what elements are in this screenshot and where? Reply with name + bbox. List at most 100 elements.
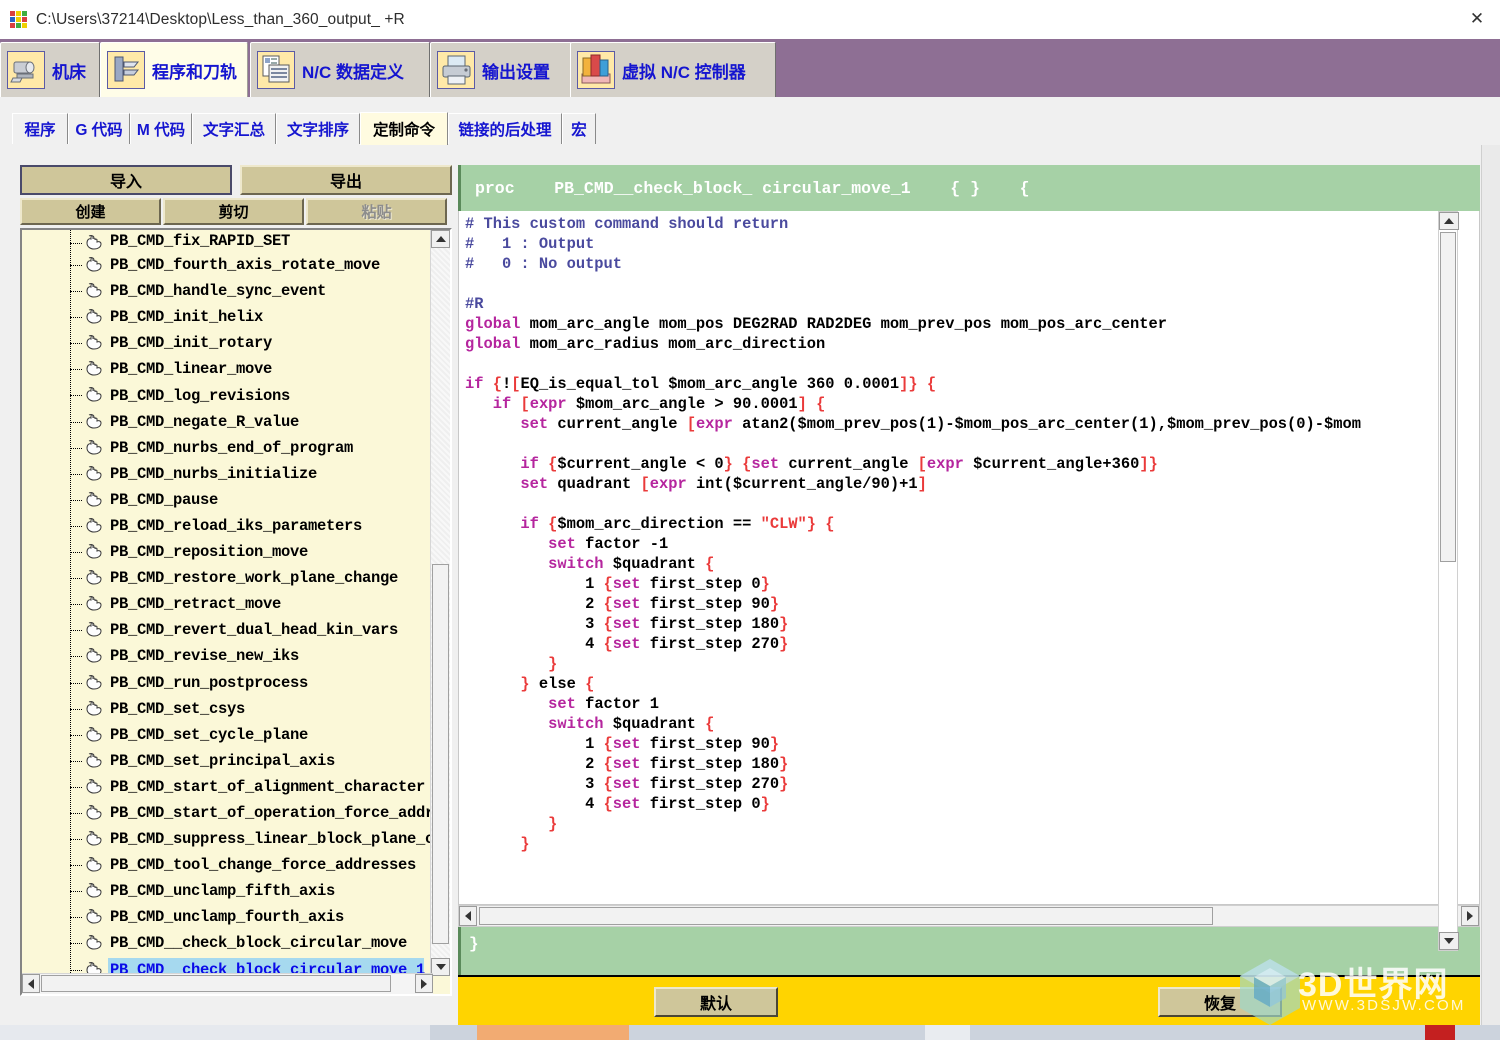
- sub-tab-4[interactable]: 文字汇总: [192, 113, 276, 144]
- list-horizontal-scrollbar[interactable]: [22, 973, 433, 994]
- list-item[interactable]: PB_CMD_set_principal_axis: [22, 748, 433, 774]
- code-token: ]}: [1139, 455, 1157, 473]
- code-scroll-down-button[interactable]: [1439, 932, 1459, 950]
- list-vscroll-thumb[interactable]: [432, 564, 449, 944]
- sub-tab-7[interactable]: 链接的后处理: [448, 113, 562, 144]
- sub-tab-5[interactable]: 文字排序: [276, 113, 360, 144]
- code-line: # 1 : Output: [465, 234, 1361, 254]
- list-item-label: PB_CMD_init_rotary: [110, 334, 272, 352]
- code-token: first_step 180: [641, 755, 780, 773]
- list-item[interactable]: PB_CMD_reload_iks_parameters: [22, 513, 433, 539]
- taskbar-notification[interactable]: [1425, 1025, 1455, 1040]
- hand-pointer-icon: [84, 647, 104, 664]
- code-vscroll-thumb[interactable]: [1440, 232, 1456, 562]
- code-token: {: [604, 735, 613, 753]
- list-item[interactable]: PB_CMD_set_csys: [22, 696, 433, 722]
- list-item[interactable]: PB_CMD_start_of_alignment_character: [22, 774, 433, 800]
- taskbar-active-app[interactable]: [477, 1025, 629, 1040]
- code-token: [465, 715, 548, 733]
- list-item[interactable]: PB_CMD_unclamp_fifth_axis: [22, 878, 433, 904]
- code-token: [465, 655, 548, 673]
- list-item[interactable]: PB_CMD_run_postprocess: [22, 670, 433, 696]
- code-scroll-right-button[interactable]: [1461, 906, 1479, 926]
- create-cut-paste-row: 创建 剪切 粘贴: [20, 198, 452, 225]
- toolbar-tab-1[interactable]: 机床: [0, 42, 100, 97]
- list-scroll-right-button[interactable]: [415, 974, 433, 993]
- code-hscroll-thumb[interactable]: [479, 907, 1213, 925]
- restore-button[interactable]: 恢复: [1158, 987, 1282, 1017]
- code-text[interactable]: # This custom command should return# 1 :…: [465, 214, 1361, 854]
- list-item[interactable]: PB_CMD_nurbs_initialize: [22, 461, 433, 487]
- list-vertical-scrollbar[interactable]: [430, 230, 450, 976]
- code-horizontal-scrollbar[interactable]: [458, 905, 1480, 927]
- list-item[interactable]: PB_CMD_reposition_move: [22, 539, 433, 565]
- chevron-down-icon: [1444, 938, 1454, 944]
- list-item[interactable]: PB_CMD_pause: [22, 487, 433, 513]
- default-button[interactable]: 默认: [654, 987, 778, 1017]
- list-item[interactable]: PB_CMD_nurbs_end_of_program: [22, 435, 433, 461]
- code-editor-panel: proc PB_CMD__check_block_ circular_move_…: [458, 165, 1480, 1025]
- list-scroll-left-button[interactable]: [22, 974, 40, 993]
- list-item[interactable]: PB_CMD_tool_change_force_addresses: [22, 852, 433, 878]
- list-item[interactable]: PB_CMD_unclamp_fourth_axis: [22, 904, 433, 930]
- code-token: {: [604, 755, 613, 773]
- export-button[interactable]: 导出: [240, 165, 452, 195]
- toolbar-tab-4[interactable]: 输出设置: [430, 42, 572, 97]
- list-item-label: PB_CMD_suppress_linear_block_plane_c: [110, 830, 433, 848]
- code-line: set current_angle [expr atan2($mom_prev_…: [465, 414, 1361, 434]
- toolbar-tab-label: 输出设置: [482, 58, 550, 83]
- hand-pointer-icon: [84, 752, 104, 769]
- sub-tab-6[interactable]: 定制命令: [360, 112, 448, 145]
- toolbar-tab-3[interactable]: N/C 数据定义: [250, 42, 430, 97]
- code-token: ]: [798, 395, 807, 413]
- title-bar: C:\Users\37214\Desktop\Less_than_360_out…: [0, 0, 1500, 40]
- code-token: {: [604, 775, 613, 793]
- sub-tab-8[interactable]: 宏: [562, 113, 596, 144]
- code-token: first_step 90: [641, 595, 770, 613]
- list-item[interactable]: PB_CMD_restore_work_plane_change: [22, 565, 433, 591]
- sub-tab-3[interactable]: M 代码: [130, 113, 192, 144]
- close-button[interactable]: ✕: [1454, 0, 1500, 38]
- list-scroll-up-button[interactable]: [431, 230, 450, 248]
- list-item[interactable]: PB_CMD_retract_move: [22, 591, 433, 617]
- code-editor[interactable]: # This custom command should return# 1 :…: [458, 211, 1480, 905]
- code-token: set: [548, 695, 576, 713]
- list-item[interactable]: PB_CMD_revert_dual_head_kin_vars: [22, 617, 433, 643]
- window-vertical-scrollbar[interactable]: [1481, 145, 1500, 1025]
- toolbar-tab-2[interactable]: 程序和刀轨: [100, 42, 248, 97]
- tree-branch-line: [70, 474, 82, 475]
- list-scroll-down-button[interactable]: [431, 958, 450, 976]
- code-token: first_step 0: [641, 795, 761, 813]
- code-token: set: [613, 755, 641, 773]
- code-token: {: [585, 675, 594, 693]
- code-vertical-scrollbar[interactable]: [1438, 211, 1458, 951]
- code-token: }: [770, 735, 779, 753]
- cut-button[interactable]: 剪切: [163, 198, 304, 225]
- code-token: atan2($mom_prev_pos(1)-$mom_pos_arc_cent…: [733, 415, 1361, 433]
- list-item[interactable]: PB_CMD_set_cycle_plane: [22, 722, 433, 748]
- list-item[interactable]: PB_CMD_init_helix: [22, 304, 433, 330]
- list-item[interactable]: PB_CMD_negate_R_value: [22, 409, 433, 435]
- sub-tab-2[interactable]: G 代码: [68, 113, 130, 144]
- code-scroll-left-button[interactable]: [459, 906, 477, 926]
- list-item[interactable]: PB_CMD__check_block_circular_move: [22, 930, 433, 956]
- import-button[interactable]: 导入: [20, 165, 232, 195]
- code-token: set: [613, 795, 641, 813]
- list-item[interactable]: PB_CMD_fix_RAPID_SET: [22, 230, 433, 252]
- sub-tab-1[interactable]: 程序: [12, 113, 68, 144]
- code-scroll-up-button[interactable]: [1439, 212, 1459, 230]
- create-button[interactable]: 创建: [20, 198, 161, 225]
- list-item[interactable]: PB_CMD_start_of_operation_force_addr: [22, 800, 433, 826]
- toolbar-tab-5[interactable]: 虚拟 N/C 控制器: [570, 42, 776, 97]
- list-item[interactable]: PB_CMD_handle_sync_event: [22, 278, 433, 304]
- code-token: [: [687, 415, 696, 433]
- list-hscroll-thumb[interactable]: [41, 975, 391, 992]
- code-line: if [expr $mom_arc_angle > 90.0001] {: [465, 394, 1361, 414]
- list-item[interactable]: PB_CMD_suppress_linear_block_plane_c: [22, 826, 433, 852]
- list-item[interactable]: PB_CMD_revise_new_iks: [22, 643, 433, 669]
- list-item[interactable]: PB_CMD_fourth_axis_rotate_move: [22, 252, 433, 278]
- list-item[interactable]: PB_CMD_log_revisions: [22, 382, 433, 408]
- list-item[interactable]: PB_CMD_init_rotary: [22, 330, 433, 356]
- command-list[interactable]: PB_CMD_fix_RAPID_SETPB_CMD_fourth_axis_r…: [20, 228, 452, 996]
- list-item[interactable]: PB_CMD_linear_move: [22, 356, 433, 382]
